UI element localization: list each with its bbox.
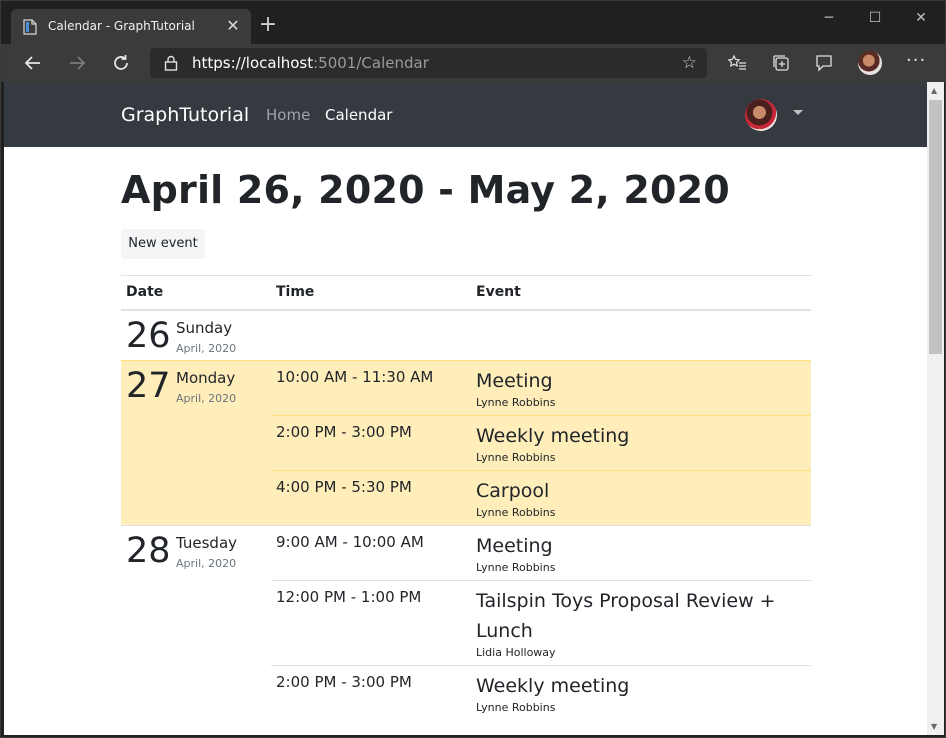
tab-strip: Calendar - GraphTutorial ✕ + ─ ☐ ✕ (1, 1, 945, 44)
day-name: Sunday (176, 318, 233, 337)
event-title: Meeting (476, 370, 553, 392)
day-name: Monday (176, 369, 236, 387)
table-row: 28 Tuesday April, 2020 9:00 AM - 10:00 AM Me… (121, 525, 811, 720)
page-title: April 26, 2020 - May 2, 2020 (121, 168, 730, 212)
scroll-thumb[interactable] (929, 100, 942, 354)
brand-link[interactable]: GraphTutorial (121, 104, 249, 126)
event-time: 4:00 PM - 5:30 PM (271, 470, 471, 526)
day-number: 26 (126, 315, 171, 356)
table-header-row: Date Time Event (121, 275, 811, 311)
calendar-body: 26 Sunday April, 2020 27 Monday April, 2020 10… (121, 309, 811, 720)
address-bar[interactable]: https://localhost:5001/Calendar ☆ (150, 48, 707, 78)
table-row: 27 Monday April, 2020 10:00 AM - 11:30 AM Me… (121, 360, 811, 526)
event-organizer: Lynne Robbins (476, 506, 556, 519)
close-tab-icon[interactable]: ✕ (223, 16, 243, 36)
new-event-button[interactable]: New event (121, 229, 205, 259)
event-time: 2:00 PM - 3:00 PM (271, 665, 471, 720)
event-title: Weekly meeting (476, 675, 630, 697)
event-time: 9:00 AM - 10:00 AM (271, 525, 471, 581)
feedback-icon[interactable] (814, 53, 834, 73)
favorite-star-icon[interactable]: ☆ (682, 53, 697, 73)
day-number: 27 (126, 366, 171, 406)
page-icon (23, 19, 37, 35)
day-name: Tuesday (176, 534, 238, 552)
calendar-table: Date Time Event 26 Sunday April, 2020 27 Mon… (121, 275, 811, 720)
column-header-date: Date (121, 275, 271, 311)
event-time: 12:00 PM - 1:00 PM (271, 580, 471, 666)
scroll-up-icon[interactable]: ▲ (931, 86, 937, 95)
scroll-down-icon[interactable]: ▼ (931, 722, 937, 731)
event-cell: Meeting Lynne Robbins (471, 525, 811, 581)
vertical-scrollbar[interactable]: ▲ ▼ (927, 82, 944, 735)
date-cell: 27 Monday April, 2020 (121, 360, 271, 526)
event-cell: Weekly meeting Lynne Robbins (471, 665, 811, 720)
event-time: 10:00 AM - 11:30 AM (271, 360, 471, 416)
event-cell: Carpool Lynne Robbins (471, 470, 811, 526)
chevron-down-icon[interactable] (793, 110, 803, 115)
browser-window: Calendar - GraphTutorial ✕ + ─ ☐ ✕ https… (0, 0, 946, 738)
event-cell: Weekly meeting Lynne Robbins (471, 415, 811, 471)
day-month: April, 2020 (176, 341, 237, 355)
tab-title: Calendar - GraphTutorial (48, 19, 195, 33)
day-month: April, 2020 (176, 392, 237, 405)
event-title: Meeting (476, 535, 553, 557)
more-menu-icon[interactable]: ··· (906, 50, 926, 71)
event-time (271, 309, 471, 361)
forward-arrow-icon[interactable] (65, 51, 89, 75)
date-cell: 28 Tuesday April, 2020 (121, 525, 271, 720)
event-title: Carpool (476, 480, 550, 502)
new-tab-icon[interactable]: + (257, 14, 279, 37)
url-text: https://localhost:5001/Calendar (192, 54, 429, 72)
event-organizer: Lynne Robbins (476, 451, 556, 464)
lock-icon (164, 55, 178, 71)
favorites-icon[interactable] (727, 53, 747, 73)
app-navbar: GraphTutorial Home Calendar (4, 82, 927, 147)
table-row: 26 Sunday April, 2020 (121, 309, 811, 361)
web-page: GraphTutorial Home Calendar April 26, 20… (4, 82, 927, 735)
event-title: Weekly meeting (476, 425, 630, 447)
event-organizer: Lynne Robbins (476, 701, 556, 714)
browser-toolbar: https://localhost:5001/Calendar ☆ ··· (1, 44, 945, 82)
refresh-icon[interactable] (109, 51, 133, 75)
nav-calendar-link[interactable]: Calendar (325, 106, 392, 124)
event-title: Tailspin Toys Proposal Review + Lunch (476, 590, 776, 642)
collections-icon[interactable] (771, 53, 791, 73)
event-organizer: Lynne Robbins (476, 561, 556, 574)
browser-tab[interactable]: Calendar - GraphTutorial ✕ (11, 9, 251, 44)
event-organizer: Lynne Robbins (476, 396, 556, 409)
close-window-icon[interactable]: ✕ (898, 7, 944, 29)
user-avatar[interactable] (745, 99, 777, 131)
event-time: 2:00 PM - 3:00 PM (271, 415, 471, 471)
day-month: April, 2020 (176, 557, 237, 570)
maximize-icon[interactable]: ☐ (852, 7, 898, 29)
event-cell: Meeting Lynne Robbins (471, 360, 811, 416)
event-cell (471, 309, 811, 361)
back-arrow-icon[interactable] (21, 51, 45, 75)
minimize-icon[interactable]: ─ (806, 7, 852, 29)
event-cell: Tailspin Toys Proposal Review + Lunch Lid… (471, 580, 811, 666)
date-cell: 26 Sunday April, 2020 (121, 309, 271, 361)
event-organizer: Lidia Holloway (476, 646, 556, 659)
day-number: 28 (126, 531, 171, 571)
column-header-time: Time (271, 275, 471, 311)
profile-avatar-icon[interactable] (858, 51, 882, 75)
column-header-event: Event (471, 275, 811, 311)
nav-home-link[interactable]: Home (266, 106, 310, 124)
